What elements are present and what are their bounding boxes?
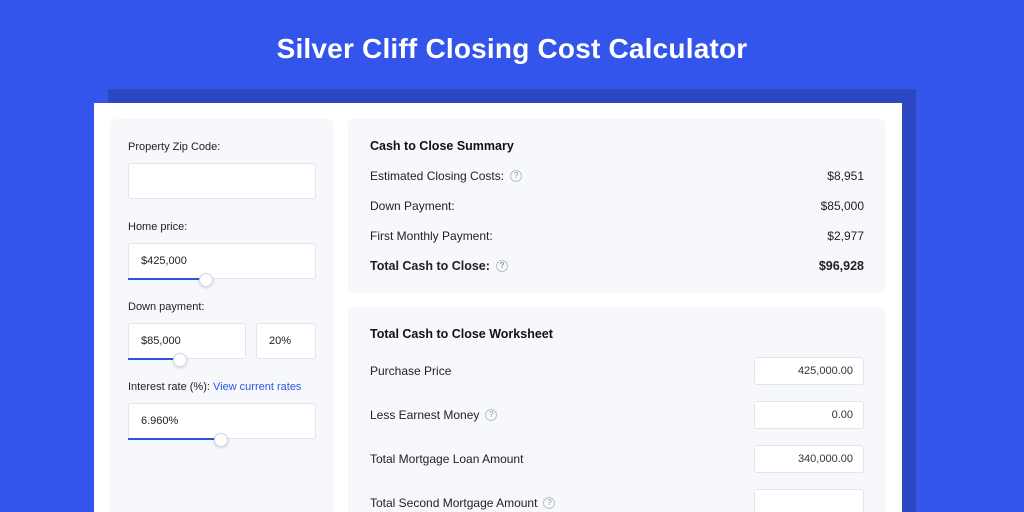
summary-dp-value: $85,000: [821, 199, 864, 213]
rate-slider-wrap: [128, 403, 316, 439]
summary-dp-label: Down Payment:: [370, 199, 455, 213]
summary-fmp-label: First Monthly Payment:: [370, 229, 493, 243]
price-label: Home price:: [128, 221, 316, 233]
summary-ecc-label-wrap: Estimated Closing Costs: ?: [370, 169, 522, 183]
zip-input[interactable]: [128, 163, 316, 199]
summary-ecc-label: Estimated Closing Costs:: [370, 169, 504, 183]
downpayment-pct-input[interactable]: [256, 323, 316, 359]
help-icon[interactable]: ?: [543, 497, 555, 509]
downpayment-input[interactable]: [128, 323, 246, 359]
worksheet-title: Total Cash to Close Worksheet: [370, 327, 864, 341]
help-icon[interactable]: ?: [496, 260, 508, 272]
stage: Property Zip Code: Home price: Down paym…: [0, 89, 1024, 512]
summary-total-value: $96,928: [819, 259, 864, 273]
ws-tsma-input[interactable]: [754, 489, 864, 512]
rate-field: Interest rate (%): View current rates: [128, 381, 316, 439]
worksheet-panel: Total Cash to Close Worksheet Purchase P…: [348, 307, 886, 512]
worksheet-row-mortgage-loan: Total Mortgage Loan Amount: [370, 445, 864, 473]
ws-lem-input[interactable]: [754, 401, 864, 429]
worksheet-row-earnest-money: Less Earnest Money ?: [370, 401, 864, 429]
summary-fmp-value: $2,977: [827, 229, 864, 243]
rate-slider-track[interactable]: [128, 438, 222, 440]
ws-tsma-label-wrap: Total Second Mortgage Amount ?: [370, 496, 555, 510]
summary-title: Cash to Close Summary: [370, 139, 864, 153]
dp-row: [128, 323, 316, 359]
downpayment-label: Down payment:: [128, 301, 316, 313]
zip-label: Property Zip Code:: [128, 141, 316, 153]
summary-row-total: Total Cash to Close: ? $96,928: [370, 259, 864, 273]
ws-tmla-label: Total Mortgage Loan Amount: [370, 452, 523, 466]
rate-slider-thumb[interactable]: [214, 433, 228, 447]
ws-pp-input[interactable]: [754, 357, 864, 385]
summary-row-closing-costs: Estimated Closing Costs: ? $8,951: [370, 169, 864, 183]
help-icon[interactable]: ?: [510, 170, 522, 182]
ws-lem-label-wrap: Less Earnest Money ?: [370, 408, 497, 422]
calculator-card: Property Zip Code: Home price: Down paym…: [94, 103, 902, 512]
ws-tsma-label: Total Second Mortgage Amount: [370, 496, 537, 510]
rate-label-text: Interest rate (%):: [128, 381, 213, 393]
worksheet-row-purchase-price: Purchase Price: [370, 357, 864, 385]
rate-label: Interest rate (%): View current rates: [128, 381, 316, 393]
page-title: Silver Cliff Closing Cost Calculator: [0, 0, 1024, 89]
card-shadow: Property Zip Code: Home price: Down paym…: [108, 89, 916, 512]
price-input[interactable]: [128, 243, 316, 279]
dp-slider-thumb[interactable]: [173, 353, 187, 367]
worksheet-row-second-mortgage: Total Second Mortgage Amount ?: [370, 489, 864, 512]
price-slider-thumb[interactable]: [199, 273, 213, 287]
summary-row-first-payment: First Monthly Payment: $2,977: [370, 229, 864, 243]
dp-slider-wrap: [128, 323, 316, 359]
view-rates-link[interactable]: View current rates: [213, 381, 301, 393]
help-icon[interactable]: ?: [485, 409, 497, 421]
summary-row-downpayment: Down Payment: $85,000: [370, 199, 864, 213]
results-column: Cash to Close Summary Estimated Closing …: [348, 119, 886, 512]
price-slider-wrap: [128, 243, 316, 279]
summary-ecc-value: $8,951: [827, 169, 864, 183]
zip-field: Property Zip Code:: [128, 141, 316, 199]
price-field: Home price:: [128, 221, 316, 279]
summary-panel: Cash to Close Summary Estimated Closing …: [348, 119, 886, 293]
inputs-panel: Property Zip Code: Home price: Down paym…: [110, 119, 334, 512]
price-slider-track[interactable]: [128, 278, 207, 280]
summary-total-label: Total Cash to Close:: [370, 259, 490, 273]
summary-total-label-wrap: Total Cash to Close: ?: [370, 259, 508, 273]
downpayment-field: Down payment:: [128, 301, 316, 359]
ws-pp-label: Purchase Price: [370, 364, 451, 378]
ws-lem-label: Less Earnest Money: [370, 408, 479, 422]
ws-tmla-input[interactable]: [754, 445, 864, 473]
